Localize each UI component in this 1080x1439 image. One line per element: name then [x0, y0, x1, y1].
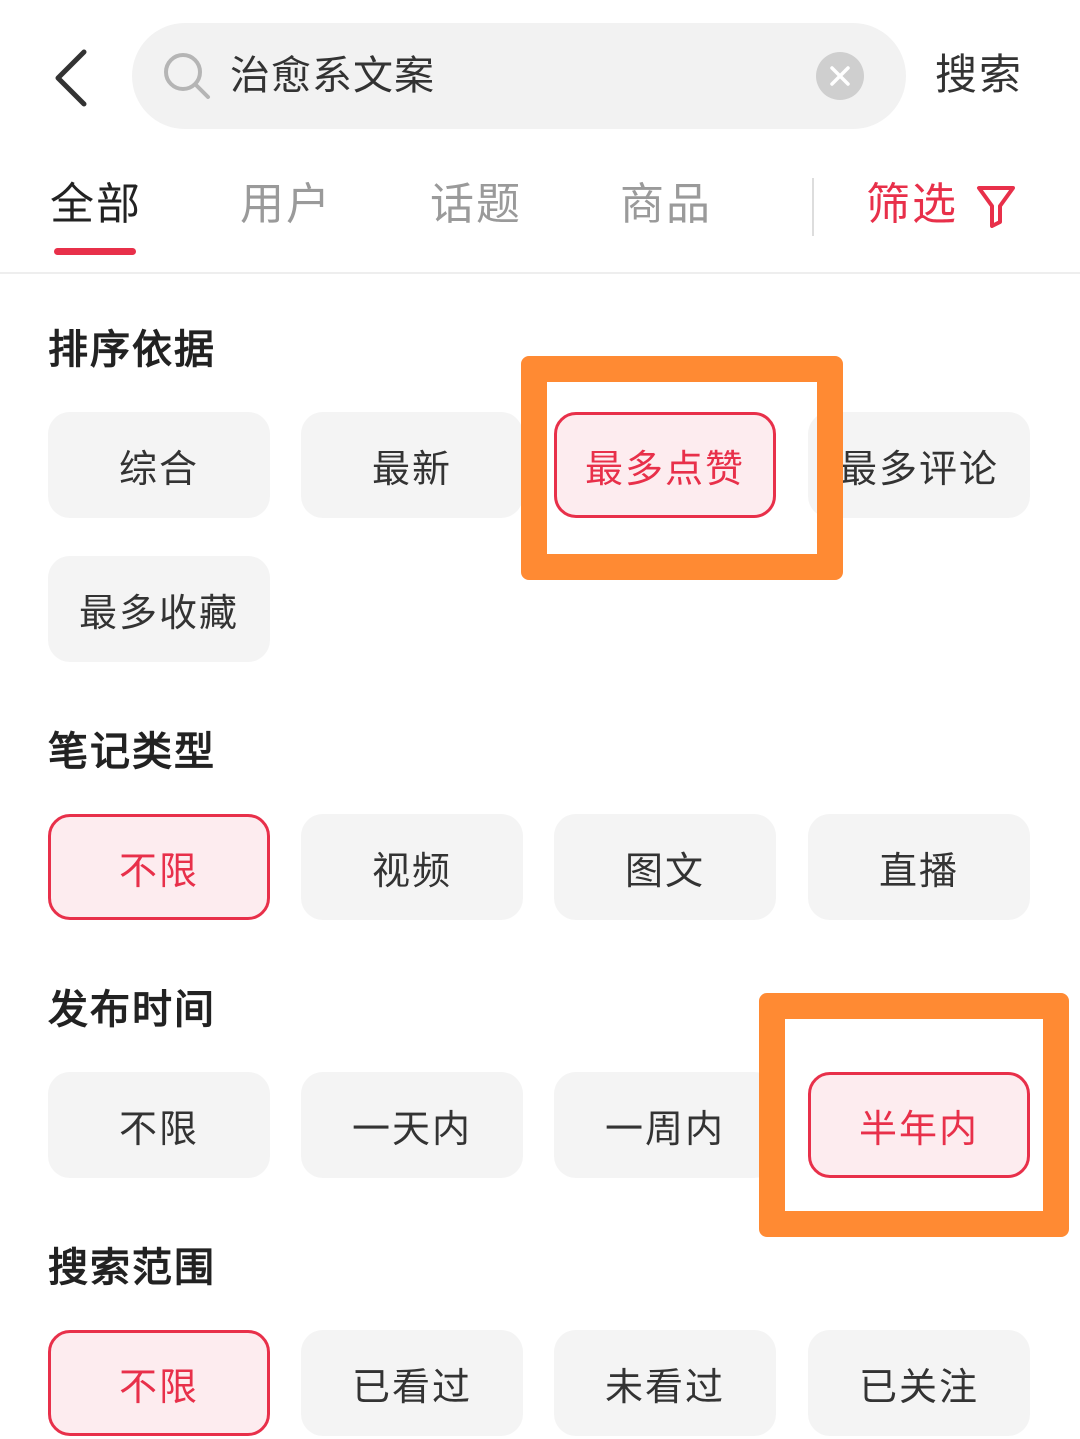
- section-title-note-type: 笔记类型: [48, 729, 216, 775]
- back-arrow-icon: [55, 49, 87, 107]
- scope-followed[interactable]: 已关注: [808, 1330, 1030, 1436]
- sort-option-most-favorites[interactable]: 最多收藏: [48, 556, 270, 662]
- note-type-live[interactable]: 直播: [808, 814, 1030, 920]
- sort-option-most-comments[interactable]: 最多评论: [808, 412, 1030, 518]
- note-type-video[interactable]: 视频: [301, 814, 523, 920]
- clear-search-button[interactable]: [816, 52, 864, 100]
- search-input[interactable]: 治愈系文案: [132, 23, 906, 129]
- tab-users[interactable]: 用户: [240, 160, 332, 250]
- tab-topics[interactable]: 话题: [430, 160, 522, 250]
- note-type-unlimited[interactable]: 不限: [48, 814, 270, 920]
- sort-option-most-likes[interactable]: 最多点赞: [554, 412, 776, 518]
- result-tabs: 全部 用户 话题 商品 筛选: [0, 160, 1080, 272]
- scope-not-viewed[interactable]: 未看过: [554, 1330, 776, 1436]
- clear-icon: [830, 66, 850, 86]
- note-type-image-text[interactable]: 图文: [554, 814, 776, 920]
- search-filter-page: 治愈系文案 搜索 全部 用户 话题 商品 筛选 排序依据 综合 最新 最多点赞 …: [0, 0, 1080, 1439]
- tab-all[interactable]: 全部: [50, 160, 142, 250]
- sort-option-comprehensive[interactable]: 综合: [48, 412, 270, 518]
- search-query-text: 治愈系文案: [230, 53, 435, 99]
- filter-funnel-icon[interactable]: [976, 184, 1016, 228]
- section-title-publish-time: 发布时间: [48, 987, 216, 1033]
- publish-time-one-day[interactable]: 一天内: [301, 1072, 523, 1178]
- search-icon: [164, 53, 210, 99]
- filter-button[interactable]: 筛选: [866, 160, 958, 250]
- back-button[interactable]: [40, 40, 104, 116]
- sort-option-newest[interactable]: 最新: [301, 412, 523, 518]
- scope-viewed[interactable]: 已看过: [301, 1330, 523, 1436]
- publish-time-half-year[interactable]: 半年内: [808, 1072, 1030, 1178]
- publish-time-unlimited[interactable]: 不限: [48, 1072, 270, 1178]
- publish-time-one-week[interactable]: 一周内: [554, 1072, 776, 1178]
- search-submit-button[interactable]: 搜索: [935, 40, 1023, 110]
- tabs-divider-line: [0, 272, 1080, 274]
- section-title-sort: 排序依据: [48, 327, 216, 373]
- tab-divider: [812, 178, 814, 236]
- active-tab-indicator: [54, 248, 136, 255]
- scope-unlimited[interactable]: 不限: [48, 1330, 270, 1436]
- tab-products[interactable]: 商品: [620, 160, 712, 250]
- section-title-search-scope: 搜索范围: [48, 1245, 216, 1291]
